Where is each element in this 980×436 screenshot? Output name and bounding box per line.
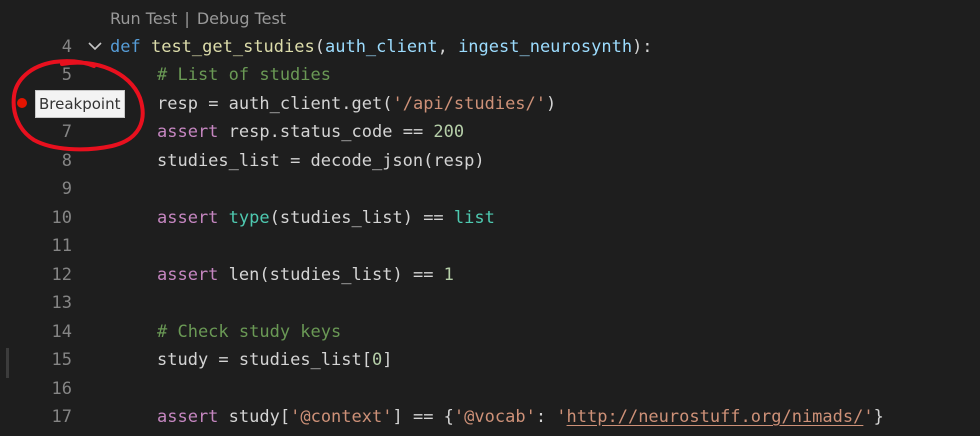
string: '@vocab' bbox=[453, 407, 536, 427]
keyword: assert bbox=[157, 407, 219, 427]
punct: [ bbox=[279, 407, 291, 427]
punct: . bbox=[341, 94, 352, 114]
run-test-link[interactable]: Run Test bbox=[110, 9, 177, 28]
line-number[interactable]: 11 bbox=[0, 232, 72, 260]
breakpoint-dot-icon[interactable] bbox=[17, 98, 27, 108]
punct: } bbox=[873, 407, 884, 427]
keyword: assert bbox=[157, 122, 219, 142]
argument: resp bbox=[433, 151, 475, 171]
punct: ) bbox=[392, 265, 403, 285]
punct: : bbox=[535, 407, 557, 427]
code-line-6[interactable]: resp = auth_client.get('/api/studies/') bbox=[110, 90, 556, 118]
line-number[interactable]: 7 bbox=[0, 118, 72, 146]
string-quote: ' bbox=[863, 407, 874, 427]
comment: # List of studies bbox=[157, 65, 331, 85]
function-call: len bbox=[228, 265, 260, 285]
code-line-5[interactable]: # List of studies bbox=[110, 61, 331, 89]
punct: ( bbox=[314, 37, 325, 57]
code-line-8[interactable]: studies_list = decode_json(resp) bbox=[110, 147, 485, 175]
line-number[interactable]: 9 bbox=[0, 175, 72, 203]
code-line-10[interactable]: assert type(studies_list) == list bbox=[110, 204, 495, 232]
comment: # Check study keys bbox=[157, 322, 342, 342]
code-line-14[interactable]: # Check study keys bbox=[110, 318, 341, 346]
punct: . bbox=[269, 122, 280, 142]
codelens: Run Test | Debug Test bbox=[110, 9, 286, 28]
number: 1 bbox=[443, 265, 454, 285]
code-line-12[interactable]: assert len(studies_list) == 1 bbox=[110, 261, 454, 289]
debug-test-link[interactable]: Debug Test bbox=[197, 9, 286, 28]
variable: resp bbox=[157, 94, 198, 114]
object: resp bbox=[228, 122, 270, 142]
string: '@context' bbox=[290, 407, 393, 427]
operator: = bbox=[279, 151, 311, 171]
object: study bbox=[228, 407, 280, 427]
attribute: status_code bbox=[279, 122, 393, 142]
builtin: list bbox=[453, 208, 495, 228]
operator: == bbox=[412, 208, 454, 228]
code-line-15[interactable]: study = studies_list[0] bbox=[110, 346, 392, 374]
line-number[interactable]: 14 bbox=[0, 318, 72, 346]
function-name: test_get_studies bbox=[150, 37, 315, 57]
code-line-7[interactable]: assert resp.status_code == 200 bbox=[110, 118, 464, 146]
punct: ] bbox=[382, 350, 393, 370]
chevron-down-icon[interactable] bbox=[86, 37, 104, 55]
keyword: assert bbox=[157, 265, 219, 285]
string-quote: ' bbox=[556, 407, 567, 427]
url-link[interactable]: http://neurostuff.org/nimads/ bbox=[567, 407, 864, 427]
operator: = bbox=[208, 350, 239, 370]
object: studies_list bbox=[238, 350, 362, 370]
operator: = bbox=[197, 94, 229, 114]
operator: == bbox=[402, 265, 444, 285]
line-number[interactable]: 10 bbox=[0, 204, 72, 232]
operator: == bbox=[392, 122, 434, 142]
code-line-4[interactable]: def test_get_studies(auth_client, ingest… bbox=[110, 33, 653, 61]
punct: { bbox=[443, 407, 454, 427]
param: auth_client bbox=[324, 37, 438, 57]
code-line-17[interactable]: assert study['@context'] == {'@vocab': '… bbox=[110, 403, 884, 431]
punct: ) bbox=[474, 151, 485, 171]
line-number[interactable]: 17 bbox=[0, 403, 72, 431]
number: 0 bbox=[371, 350, 383, 370]
number: 200 bbox=[433, 122, 465, 142]
function-call: decode_json bbox=[310, 151, 424, 171]
line-number[interactable]: 12 bbox=[0, 261, 72, 289]
punct: , bbox=[437, 37, 459, 57]
punct: ) bbox=[402, 208, 413, 228]
line-number[interactable]: 8 bbox=[0, 147, 72, 175]
keyword: assert bbox=[157, 208, 219, 228]
punct: ( bbox=[382, 94, 393, 114]
method: get bbox=[351, 94, 383, 114]
punct: ( bbox=[423, 151, 434, 171]
line-change-marker bbox=[6, 348, 9, 378]
keyword: def bbox=[110, 37, 141, 57]
variable: study bbox=[157, 350, 209, 370]
argument: studies_list bbox=[269, 265, 393, 285]
line-number[interactable]: 4 bbox=[0, 33, 72, 61]
operator: == bbox=[402, 407, 444, 427]
line-number[interactable]: 15 bbox=[0, 346, 72, 374]
codelens-separator: | bbox=[184, 9, 190, 28]
punct: ( bbox=[259, 265, 270, 285]
param: ingest_neurosynth bbox=[458, 37, 633, 57]
variable: studies_list bbox=[157, 151, 280, 171]
punct: ) bbox=[546, 94, 557, 114]
argument: studies_list bbox=[279, 208, 403, 228]
line-number[interactable]: 5 bbox=[0, 61, 72, 89]
line-number[interactable]: 13 bbox=[0, 289, 72, 317]
string: '/api/studies/' bbox=[392, 94, 547, 114]
object: auth_client bbox=[228, 94, 342, 114]
line-number[interactable]: 16 bbox=[0, 375, 72, 403]
punct: ( bbox=[269, 208, 280, 228]
code-editor[interactable]: Run Test | Debug Test 4 5 6 7 8 9 10 11 … bbox=[0, 0, 980, 436]
punct: ] bbox=[392, 407, 403, 427]
breakpoint-tooltip: Breakpoint bbox=[35, 90, 125, 118]
punct: [ bbox=[361, 350, 372, 370]
builtin: type bbox=[228, 208, 270, 228]
punct: ): bbox=[632, 37, 653, 57]
